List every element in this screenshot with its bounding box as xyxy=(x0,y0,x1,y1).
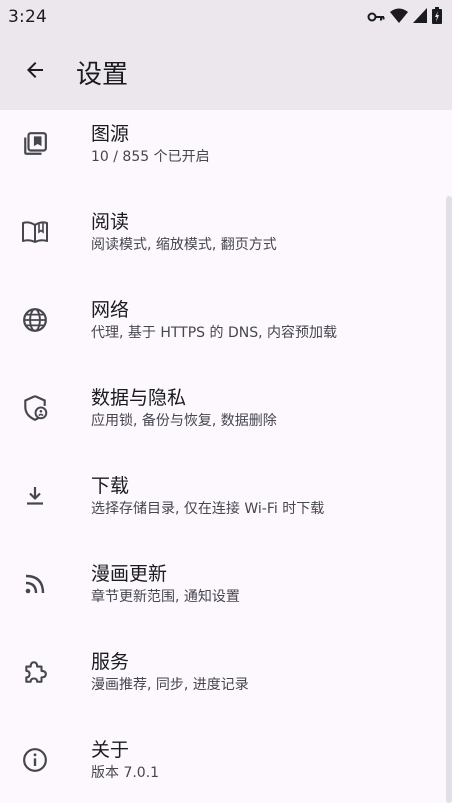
vpn-key-icon xyxy=(367,8,385,27)
status-bar: 3:24 xyxy=(0,0,452,34)
settings-item-label: 阅读 xyxy=(91,210,130,233)
book-icon xyxy=(0,188,70,276)
settings-item-label: 网络 xyxy=(91,298,130,321)
settings-item-downloads[interactable]: 下载 选择存储目录, 仅在连接 Wi-Fi 时下载 xyxy=(0,452,446,540)
settings-item-library-updates[interactable]: 漫画更新 章节更新范围, 通知设置 xyxy=(0,540,446,628)
settings-item-label: 服务 xyxy=(91,650,130,673)
settings-list[interactable]: 图源 10 / 855 个已开启 阅读 阅读模式, 缩放模式, 翻页方式 网络 … xyxy=(0,110,452,803)
settings-item-summary: 选择存储目录, 仅在连接 Wi-Fi 时下载 xyxy=(91,500,325,517)
page-title: 设置 xyxy=(76,59,129,90)
settings-item-summary: 阅读模式, 缩放模式, 翻页方式 xyxy=(91,236,277,253)
battery-icon xyxy=(432,6,442,28)
rss-icon xyxy=(0,540,70,628)
settings-item-label: 漫画更新 xyxy=(91,562,168,585)
settings-item-label: 数据与隐私 xyxy=(91,386,187,409)
globe-icon xyxy=(0,276,70,364)
status-icons xyxy=(367,6,442,28)
settings-item-summary: 代理, 基于 HTTPS 的 DNS, 内容预加载 xyxy=(91,324,338,341)
back-button[interactable] xyxy=(0,34,70,110)
download-icon xyxy=(0,452,70,540)
settings-item-services[interactable]: 服务 漫画推荐, 同步, 进度记录 xyxy=(0,628,446,716)
settings-item-label: 图源 xyxy=(91,122,130,145)
settings-item-data-privacy[interactable]: 数据与隐私 应用锁, 备份与恢复, 数据删除 xyxy=(0,364,446,452)
arrow-back-icon xyxy=(23,58,47,86)
info-icon xyxy=(0,716,70,803)
wifi-icon xyxy=(390,8,408,27)
puzzle-icon xyxy=(0,628,70,716)
settings-item-label: 关于 xyxy=(91,738,130,761)
settings-item-network[interactable]: 网络 代理, 基于 HTTPS 的 DNS, 内容预加载 xyxy=(0,276,446,364)
settings-item-sources[interactable]: 图源 10 / 855 个已开启 xyxy=(0,110,446,188)
settings-item-label: 下载 xyxy=(91,474,130,497)
status-time: 3:24 xyxy=(8,7,47,27)
settings-item-summary: 应用锁, 备份与恢复, 数据删除 xyxy=(91,412,277,429)
settings-item-summary: 版本 7.0.1 xyxy=(91,764,160,781)
shield-lock-icon xyxy=(0,364,70,452)
top-app-bar: 设置 xyxy=(0,34,452,110)
settings-item-reader[interactable]: 阅读 阅读模式, 缩放模式, 翻页方式 xyxy=(0,188,446,276)
settings-item-summary: 章节更新范围, 通知设置 xyxy=(91,588,240,605)
settings-item-summary: 10 / 855 个已开启 xyxy=(91,148,210,165)
settings-item-summary: 漫画推荐, 同步, 进度记录 xyxy=(91,676,249,693)
library-icon xyxy=(0,110,70,188)
signal-icon xyxy=(413,7,427,27)
settings-item-about[interactable]: 关于 版本 7.0.1 xyxy=(0,716,446,803)
scrollbar[interactable] xyxy=(446,196,452,803)
